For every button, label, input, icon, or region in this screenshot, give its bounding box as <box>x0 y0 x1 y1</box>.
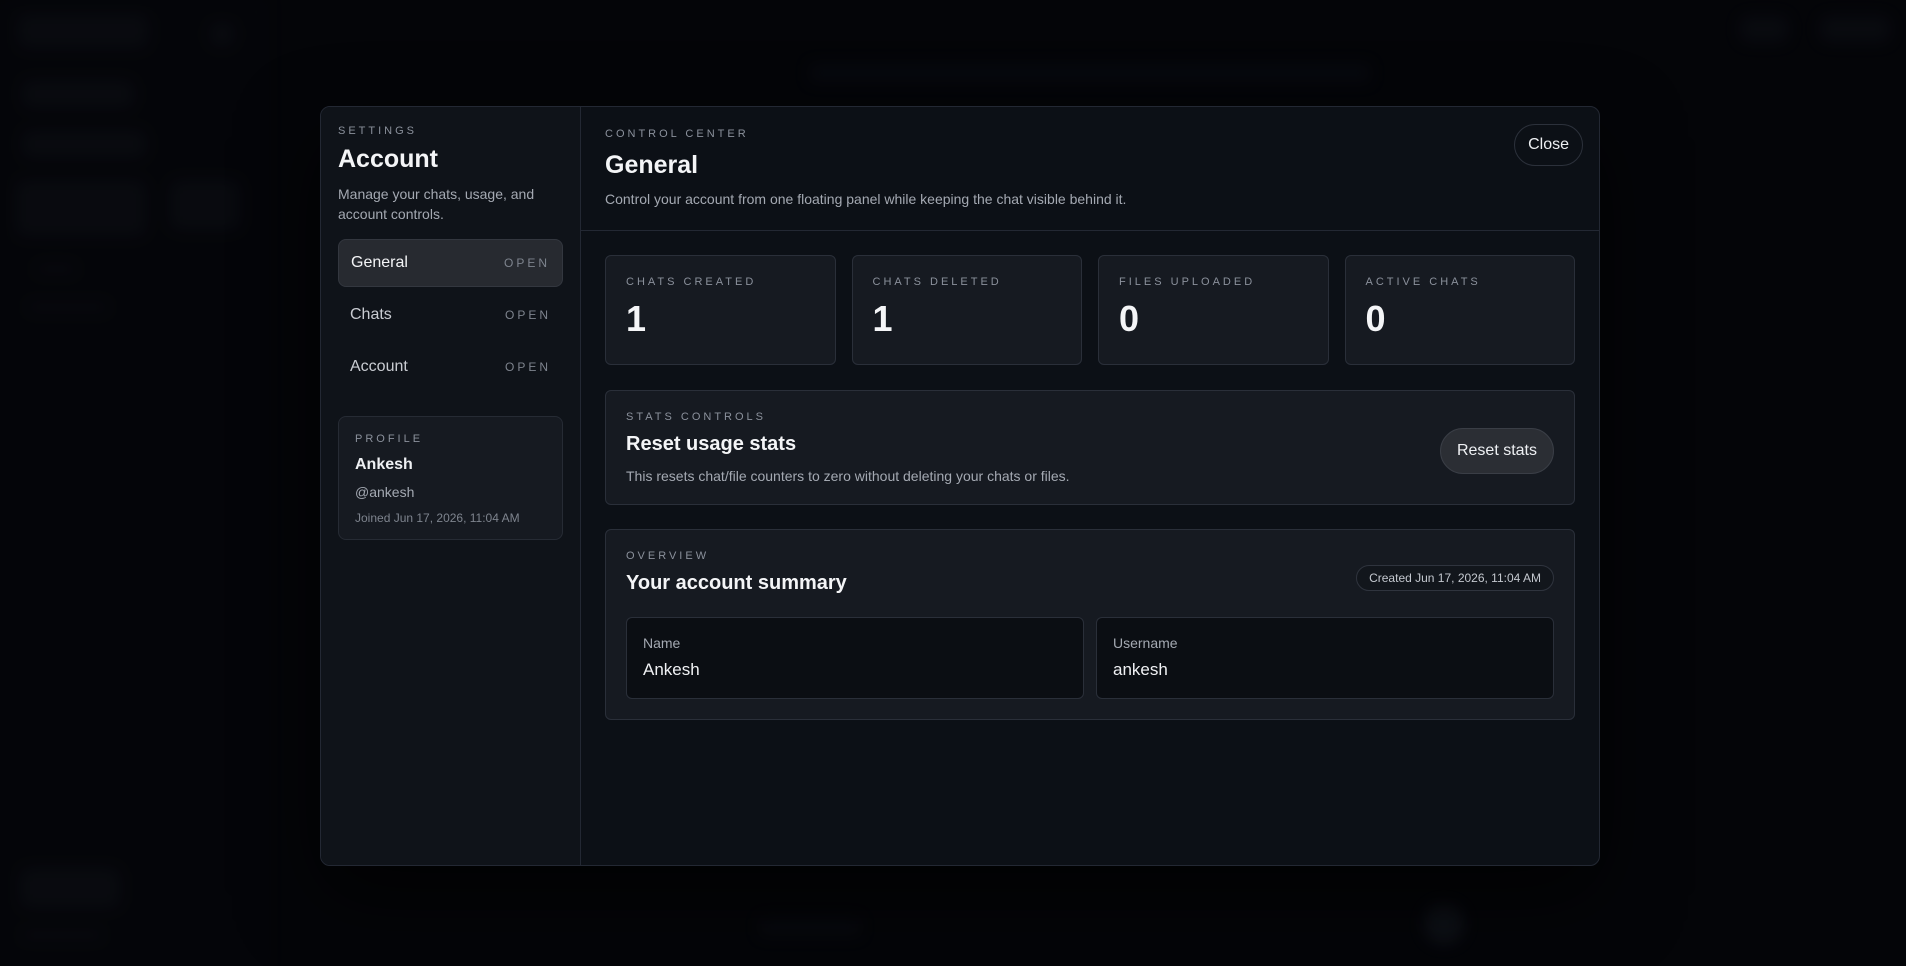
created-date-badge: Created Jun 17, 2026, 11:04 AM <box>1356 565 1554 591</box>
username-field: Username ankesh <box>1096 617 1554 699</box>
overview-fields: Name Ankesh Username ankesh <box>626 617 1554 699</box>
nav-item-label: Chats <box>350 306 392 323</box>
profile-joined-date: Joined Jun 17, 2026, 11:04 AM <box>355 511 520 525</box>
stats-row: CHATS CREATED 1 CHATS DELETED 1 FILES UP… <box>605 255 1575 365</box>
main-eyebrow: CONTROL CENTER <box>605 128 749 140</box>
field-value: Ankesh <box>643 660 700 679</box>
stat-label: FILES UPLOADED <box>1119 276 1256 288</box>
stat-value: 1 <box>626 298 647 339</box>
nav-item-label: General <box>351 254 408 271</box>
settings-main: CONTROL CENTER General Control your acco… <box>581 107 1599 865</box>
profile-handle: @ankesh <box>355 484 415 500</box>
main-header: CONTROL CENTER General Control your acco… <box>581 107 1599 231</box>
overview-card: OVERVIEW Your account summary Created Ju… <box>605 529 1575 720</box>
field-label: Name <box>643 635 681 651</box>
stats-controls-eyebrow: STATS CONTROLS <box>626 411 766 423</box>
stat-label: CHATS CREATED <box>626 276 757 288</box>
stat-value: 0 <box>1365 298 1386 339</box>
stat-value: 1 <box>872 298 893 339</box>
close-button[interactable]: Close <box>1514 124 1583 166</box>
field-label: Username <box>1113 635 1178 651</box>
field-value: ankesh <box>1113 660 1168 679</box>
name-field: Name Ankesh <box>626 617 1084 699</box>
stat-label: ACTIVE CHATS <box>1365 276 1481 288</box>
stat-value: 0 <box>1119 298 1140 339</box>
settings-eyebrow: SETTINGS <box>338 125 418 137</box>
main-body: CHATS CREATED 1 CHATS DELETED 1 FILES UP… <box>581 231 1599 744</box>
nav-item-chats[interactable]: Chats OPEN <box>338 291 563 339</box>
settings-sidebar: SETTINGS Account Manage your chats, usag… <box>321 107 581 865</box>
settings-title: Account <box>338 145 438 173</box>
profile-eyebrow: PROFILE <box>355 433 424 445</box>
page-title: General <box>605 151 699 179</box>
profile-card: PROFILE Ankesh @ankesh Joined Jun 17, 20… <box>338 416 563 540</box>
stat-card-chats-deleted: CHATS DELETED 1 <box>851 255 1082 365</box>
settings-description: Manage your chats, usage, and account co… <box>338 186 535 222</box>
stat-label: CHATS DELETED <box>872 276 1002 288</box>
stats-controls-description: This resets chat/file counters to zero w… <box>626 468 1070 484</box>
overview-eyebrow: OVERVIEW <box>626 550 710 562</box>
nav-item-label: Account <box>350 358 408 375</box>
stats-controls-card: STATS CONTROLS Reset usage stats This re… <box>605 390 1575 505</box>
settings-modal: SETTINGS Account Manage your chats, usag… <box>320 106 1600 866</box>
stat-card-files-uploaded: FILES UPLOADED 0 <box>1098 255 1329 365</box>
stats-controls-title: Reset usage stats <box>626 433 797 455</box>
stat-card-active-chats: ACTIVE CHATS 0 <box>1344 255 1575 365</box>
stat-card-chats-created: CHATS CREATED 1 <box>605 255 836 365</box>
nav-item-tag: OPEN <box>503 256 550 270</box>
profile-name: Ankesh <box>355 456 413 473</box>
nav-item-tag: OPEN <box>504 360 551 374</box>
nav-item-general[interactable]: General OPEN <box>338 239 563 287</box>
page-subtitle: Control your account from one floating p… <box>605 191 1127 207</box>
nav-item-account[interactable]: Account OPEN <box>338 343 563 391</box>
nav-item-tag: OPEN <box>504 308 551 322</box>
reset-stats-button[interactable]: Reset stats <box>1439 428 1554 474</box>
settings-nav: General OPEN Chats OPEN Account OPEN <box>338 239 563 391</box>
